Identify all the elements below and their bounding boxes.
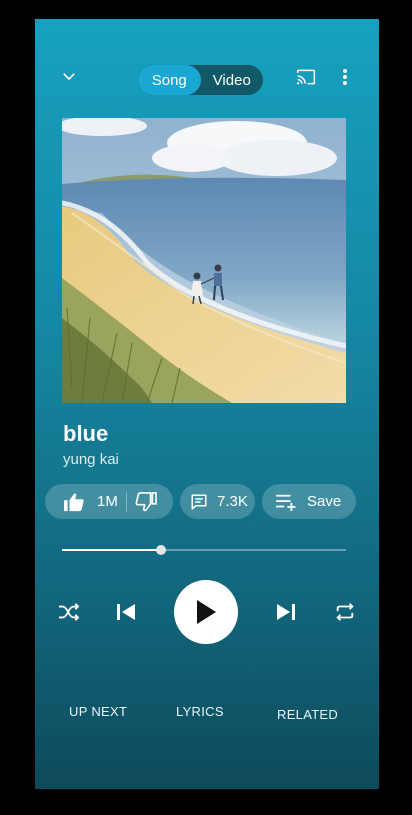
skip-next-icon bbox=[277, 604, 295, 620]
toggle-song[interactable]: Song bbox=[138, 65, 201, 95]
tab-lyrics[interactable]: LYRICS bbox=[176, 704, 224, 719]
like-count: 1M bbox=[97, 493, 118, 510]
repeat-button[interactable] bbox=[331, 598, 359, 626]
tab-related[interactable]: RELATED bbox=[277, 707, 338, 722]
dislike-button[interactable] bbox=[135, 491, 157, 512]
thumb-up-icon bbox=[64, 493, 84, 511]
seek-progress bbox=[62, 549, 162, 551]
previous-button[interactable] bbox=[112, 598, 140, 626]
save-button[interactable]: Save bbox=[262, 484, 356, 519]
toggle-video[interactable]: Video bbox=[201, 65, 264, 95]
like-dislike-pill: 1M bbox=[45, 484, 173, 519]
repeat-icon bbox=[336, 603, 354, 621]
shuffle-button[interactable] bbox=[55, 598, 83, 626]
song-video-toggle[interactable]: Song Video bbox=[138, 65, 263, 95]
collapse-button[interactable] bbox=[57, 65, 81, 89]
album-art bbox=[62, 118, 346, 403]
tab-up-next[interactable]: UP NEXT bbox=[69, 704, 127, 719]
playlist-add-icon bbox=[276, 494, 296, 511]
shuffle-icon bbox=[59, 603, 80, 621]
more-vert-icon bbox=[343, 69, 347, 85]
comments-button[interactable]: 7.3K bbox=[180, 484, 255, 519]
track-title: blue bbox=[63, 421, 109, 446]
player-screen: Song Video blue yung kai 1M 7.3K Save UP… bbox=[35, 19, 379, 789]
cast-icon bbox=[296, 69, 316, 85]
album-art-image bbox=[62, 118, 346, 403]
track-artist[interactable]: yung kai bbox=[63, 451, 119, 468]
like-button[interactable]: 1M bbox=[63, 492, 118, 512]
play-button[interactable] bbox=[174, 580, 238, 644]
next-button[interactable] bbox=[272, 598, 300, 626]
pill-divider bbox=[125, 491, 127, 512]
comment-count: 7.3K bbox=[217, 493, 248, 510]
more-options-button[interactable] bbox=[333, 65, 357, 89]
cast-button[interactable] bbox=[293, 65, 319, 89]
play-icon bbox=[197, 600, 216, 624]
chevron-down-icon bbox=[63, 73, 75, 80]
seek-thumb[interactable] bbox=[156, 545, 167, 555]
skip-previous-icon bbox=[117, 604, 135, 620]
save-label: Save bbox=[307, 493, 342, 510]
comment-icon bbox=[191, 494, 207, 509]
thumb-down-icon bbox=[135, 491, 157, 511]
